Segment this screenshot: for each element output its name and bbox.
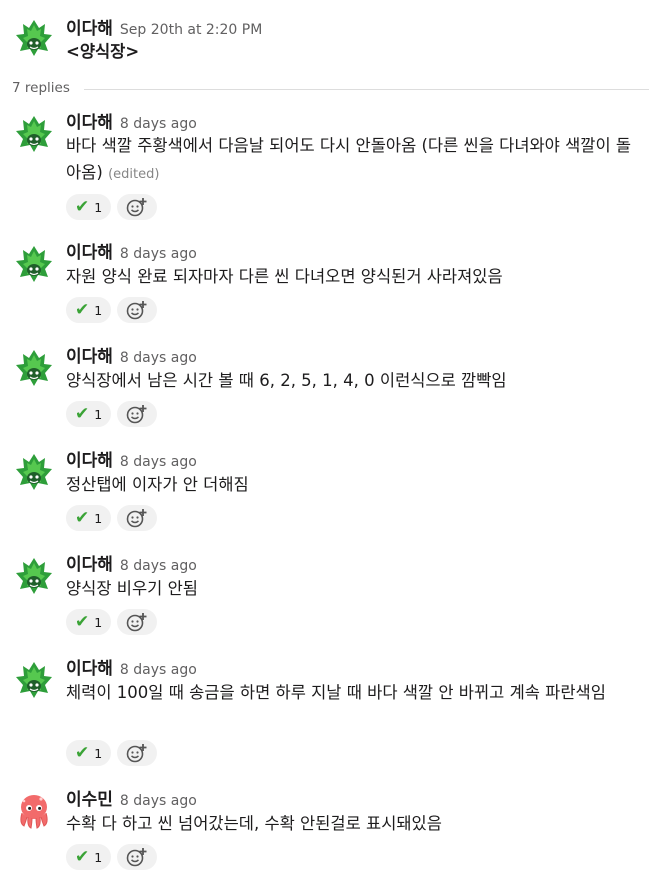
edited-label: (edited) <box>108 167 160 182</box>
root-message: 이다해 Sep 20th at 2:20 PM <양식장> <box>0 0 649 80</box>
author-label[interactable]: 이다해 <box>66 659 113 679</box>
message-text: <양식장> <box>66 42 140 61</box>
checkmark-reaction[interactable]: ✔ 1 <box>66 401 112 427</box>
author-name[interactable]: 이다해 8 days ago <box>66 446 197 471</box>
seaweed-avatar-icon[interactable] <box>14 452 54 492</box>
seaweed-avatar-icon[interactable] <box>14 114 54 154</box>
checkmark-reaction[interactable]: ✔ 1 <box>66 609 112 635</box>
checkmark-icon: ✔ <box>75 197 90 217</box>
author-name[interactable]: 이다해 8 days ago <box>66 238 197 263</box>
author-name[interactable]: 이다해 8 days ago <box>66 550 197 575</box>
checkmark-icon: ✔ <box>75 508 90 528</box>
reaction-count: 1 <box>94 302 103 318</box>
add-reaction-button[interactable] <box>117 609 158 635</box>
add-reaction-button[interactable] <box>117 844 158 870</box>
checkmark-icon: ✔ <box>75 847 90 867</box>
add-reaction-icon <box>126 198 147 217</box>
checkmark-reaction[interactable]: ✔ 1 <box>66 505 112 531</box>
reaction-count: 1 <box>94 849 103 865</box>
author-name[interactable]: 이다해 Sep 20th at 2:20 PM <box>66 14 262 39</box>
timestamp[interactable]: 8 days ago <box>120 246 197 262</box>
add-reaction-button[interactable] <box>117 505 158 531</box>
add-reaction-button[interactable] <box>117 740 158 766</box>
seaweed-avatar-icon[interactable] <box>14 348 54 388</box>
checkmark-icon: ✔ <box>75 612 90 632</box>
seaweed-avatar-icon[interactable] <box>14 18 54 58</box>
author-label[interactable]: 이다해 <box>66 19 113 39</box>
reaction-bar: ✔ 1 <box>66 740 158 768</box>
add-reaction-button[interactable] <box>117 297 158 323</box>
checkmark-reaction[interactable]: ✔ 1 <box>66 194 112 220</box>
author-name[interactable]: 이수민 8 days ago <box>66 785 197 810</box>
reaction-count: 1 <box>94 199 103 215</box>
author-label[interactable]: 이다해 <box>66 555 113 575</box>
checkmark-icon: ✔ <box>75 300 90 320</box>
reaction-count: 1 <box>94 614 103 630</box>
add-reaction-icon <box>126 613 147 632</box>
message-text: 정산탭에 이자가 안 더해짐 <box>66 475 249 494</box>
author-name[interactable]: 이다해 8 days ago <box>66 342 197 367</box>
message-text: 양식장에서 남은 시간 볼 때 6, 2, 5, 1, 4, 0 이런식으로 깜… <box>66 371 507 390</box>
reaction-count: 1 <box>94 406 103 422</box>
checkmark-reaction[interactable]: ✔ 1 <box>66 844 112 870</box>
message-text: 수확 다 하고 씬 넘어갔는데, 수확 안된걸로 표시돼있음 <box>66 814 442 833</box>
seaweed-avatar-icon[interactable] <box>14 244 54 284</box>
seaweed-avatar-icon[interactable] <box>14 660 54 700</box>
reaction-bar: ✔ 1 <box>66 505 158 533</box>
octopus-avatar-icon[interactable] <box>14 791 54 831</box>
add-reaction-button[interactable] <box>117 401 158 427</box>
author-label[interactable]: 이다해 <box>66 113 113 133</box>
message-text: 바다 색깔 주황색에서 다음날 되어도 다시 안돌아옴 (다른 씬을 다녀와야 … <box>66 132 639 188</box>
message-text: 자원 양식 완료 되자마자 다른 씬 다녀오면 양식된거 사라져있음 <box>66 267 503 286</box>
reaction-bar: ✔ 1 <box>66 609 158 637</box>
timestamp[interactable]: 8 days ago <box>120 793 197 809</box>
checkmark-reaction[interactable]: ✔ 1 <box>66 740 112 766</box>
add-reaction-icon <box>126 509 147 528</box>
author-label[interactable]: 이수민 <box>66 790 113 810</box>
message-text: 양식장 비우기 안됨 <box>66 579 198 598</box>
reaction-bar: ✔ 1 <box>66 194 158 222</box>
seaweed-avatar-icon[interactable] <box>14 556 54 596</box>
timestamp[interactable]: 8 days ago <box>120 454 197 470</box>
author-name[interactable]: 이다해 8 days ago <box>66 108 197 133</box>
add-reaction-button[interactable] <box>117 194 158 220</box>
author-label[interactable]: 이다해 <box>66 243 113 263</box>
timestamp[interactable]: 8 days ago <box>120 558 197 574</box>
timestamp[interactable]: 8 days ago <box>120 116 197 132</box>
replies-count: 7 replies <box>12 80 70 96</box>
author-label[interactable]: 이다해 <box>66 347 113 367</box>
reaction-bar: ✔ 1 <box>66 297 158 325</box>
divider <box>84 89 649 90</box>
reaction-count: 1 <box>94 510 103 526</box>
checkmark-icon: ✔ <box>75 404 90 424</box>
add-reaction-icon <box>126 405 147 424</box>
reaction-bar: ✔ 1 <box>66 844 158 872</box>
add-reaction-icon <box>126 744 147 763</box>
message-text: 체력이 100일 때 송금을 하면 하루 지날 때 바다 색깔 안 바뀌고 계속… <box>66 683 606 702</box>
timestamp[interactable]: Sep 20th at 2:20 PM <box>120 22 262 38</box>
author-label[interactable]: 이다해 <box>66 451 113 471</box>
add-reaction-icon <box>126 301 147 320</box>
timestamp[interactable]: 8 days ago <box>120 350 197 366</box>
reaction-count: 1 <box>94 745 103 761</box>
add-reaction-icon <box>126 848 147 867</box>
checkmark-icon: ✔ <box>75 743 90 763</box>
author-name[interactable]: 이다해 8 days ago <box>66 654 197 679</box>
timestamp[interactable]: 8 days ago <box>120 662 197 678</box>
reaction-bar: ✔ 1 <box>66 401 158 429</box>
checkmark-reaction[interactable]: ✔ 1 <box>66 297 112 323</box>
